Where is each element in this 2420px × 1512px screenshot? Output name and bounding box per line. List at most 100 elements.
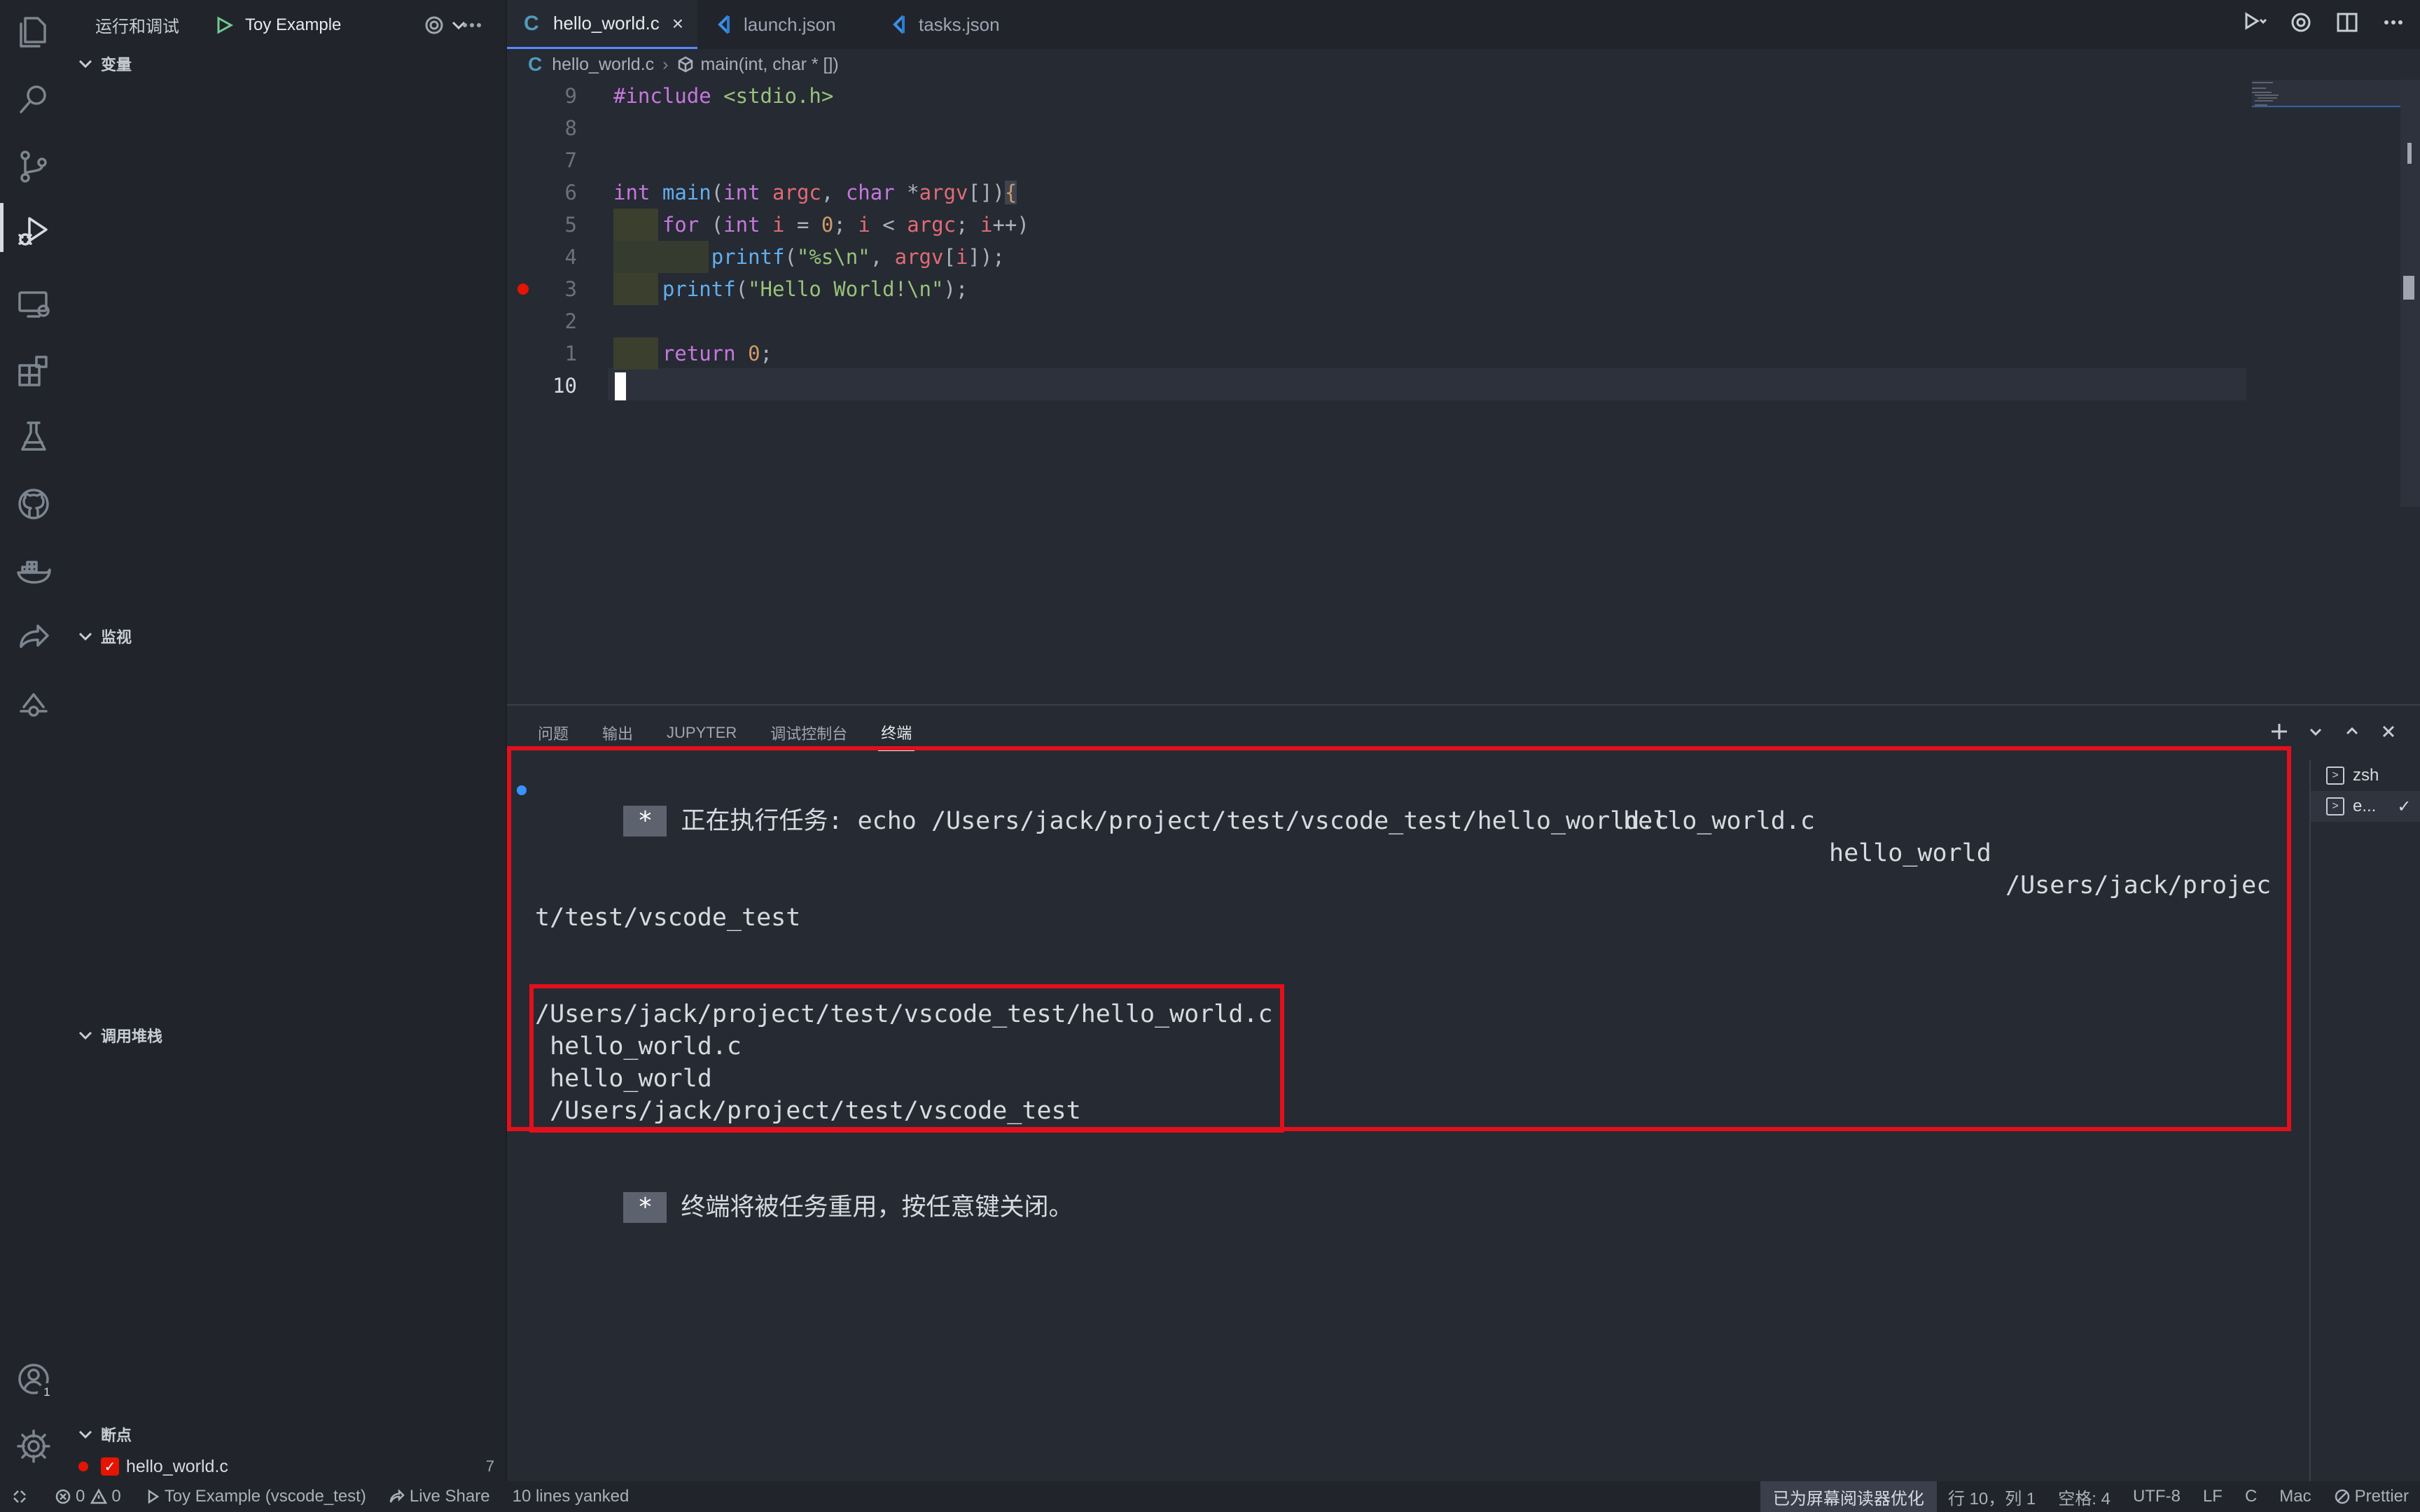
code-line: 6 int main(int argc, char *argv[]){	[564, 181, 1017, 204]
debug-config-label: Toy Example	[245, 15, 342, 34]
gitlens-icon[interactable]	[13, 683, 55, 725]
more-actions-icon[interactable]	[461, 14, 483, 36]
tab-launch-json[interactable]: launch.json	[697, 0, 872, 49]
section-callstack[interactable]: 调用堆栈	[67, 1019, 507, 1051]
breakpoint-marker-icon[interactable]	[517, 284, 529, 295]
section-variables[interactable]: 变量	[67, 48, 507, 80]
language-mode[interactable]: C	[2245, 1487, 2257, 1506]
more-actions-icon[interactable]	[2381, 10, 2406, 38]
panel-actions	[2269, 721, 2399, 746]
settings-gear-icon[interactable]	[2288, 10, 2314, 38]
c-file-icon: C	[528, 53, 543, 75]
code-line: 8	[564, 116, 577, 140]
terminal-list-item[interactable]: > zsh	[2311, 760, 2420, 791]
live-share-icon[interactable]	[13, 616, 55, 658]
tab-problems[interactable]: 问题	[535, 716, 571, 750]
account-icon[interactable]: 1	[13, 1358, 56, 1401]
search-icon[interactable]	[13, 78, 55, 120]
problems-indicator[interactable]: 0 0	[55, 1487, 121, 1506]
breakpoint-item[interactable]: ✓ hello_world.c 7	[67, 1452, 507, 1480]
terminal-line: * 终端将被任务重用，按任意键关闭。	[535, 1159, 1073, 1223]
breadcrumb: C hello_world.c › main(int, char * [])	[507, 49, 2420, 80]
encoding[interactable]: UTF-8	[2133, 1487, 2181, 1506]
end-of-line[interactable]: LF	[2203, 1487, 2223, 1506]
section-breakpoints[interactable]: 断点	[67, 1418, 507, 1450]
platform[interactable]: Mac	[2279, 1487, 2311, 1506]
vscode-json-icon	[889, 15, 909, 34]
chevron-down-icon	[76, 54, 95, 74]
extensions-icon[interactable]	[13, 350, 55, 392]
terminal-line: * 正在执行任务: echo /Users/jack/project/test/v…	[535, 773, 1669, 836]
terminal[interactable]: * 正在执行任务: echo /Users/jack/project/test/v…	[507, 746, 2307, 1481]
screen-reader-status[interactable]: 已为屏幕阅读器优化	[1760, 1481, 1937, 1512]
close-icon[interactable]: ×	[672, 13, 683, 35]
terminal-output-line: /Users/jack/project/test/vscode_test	[535, 1097, 1081, 1125]
code-line: 9 #include <stdio.h>	[564, 84, 834, 108]
github-icon[interactable]	[13, 483, 55, 525]
breadcrumb-file[interactable]: hello_world.c	[552, 55, 654, 75]
chevron-down-icon[interactable]	[2305, 721, 2326, 746]
code-editor[interactable]: 9 #include <stdio.h> 8 7 6 int main(int …	[507, 80, 2420, 703]
minimap[interactable]	[2245, 80, 2406, 192]
live-share-status[interactable]: Live Share	[389, 1487, 490, 1506]
warning-icon	[90, 1488, 108, 1504]
cursor-position[interactable]: 行 10，列 1	[1948, 1485, 2036, 1509]
vscode-json-icon	[714, 15, 734, 34]
account-badge: 1	[38, 1383, 56, 1401]
maximize-panel-icon[interactable]	[2342, 721, 2363, 746]
terminal-output-line: hello_world	[535, 1065, 712, 1093]
breadcrumb-symbol[interactable]: main(int, char * [])	[700, 55, 838, 75]
terminal-icon: >	[2326, 797, 2344, 816]
tab-terminal[interactable]: 终端	[878, 715, 915, 751]
task-star-badge: *	[623, 1192, 667, 1223]
remote-explorer-icon[interactable]	[13, 283, 55, 325]
code-line: 7	[564, 148, 577, 172]
bottom-panel: 问题 输出 JUPYTER 调试控制台 终端 * 正在执行任务: echo /Us…	[507, 704, 2420, 1481]
code-line: 2	[564, 309, 577, 333]
tab-jupyter[interactable]: JUPYTER	[664, 718, 739, 748]
terminal-line: hello_world.c	[1623, 807, 1815, 835]
breakpoint-line: 7	[485, 1457, 494, 1475]
live-share-icon	[389, 1488, 405, 1503]
tab-tasks-json[interactable]: tasks.json	[872, 0, 1041, 49]
remote-indicator-icon[interactable]	[11, 1488, 32, 1505]
scroll-thumb[interactable]	[2407, 143, 2412, 164]
run-debug-icon[interactable]	[13, 210, 55, 252]
task-status-dot-icon	[517, 785, 527, 795]
section-watch[interactable]: 监视	[67, 620, 507, 652]
prettier-status[interactable]: Prettier	[2334, 1487, 2409, 1506]
prettier-icon	[2335, 1489, 2349, 1504]
explorer-icon[interactable]	[13, 11, 55, 53]
check-icon: ✓	[2397, 797, 2412, 816]
editor-tabs: C hello_world.c × launch.json tasks.json	[507, 0, 2420, 49]
new-terminal-plus-icon[interactable]	[2269, 721, 2290, 746]
start-debugging-icon[interactable]	[214, 15, 234, 35]
terminal-line: /Users/jack/projec	[2005, 872, 2272, 899]
terminal-line: t/test/vscode_test	[535, 904, 801, 932]
activity-bar: 1	[0, 0, 67, 1481]
source-control-icon[interactable]	[13, 146, 55, 188]
active-indicator	[0, 203, 4, 252]
run-debug-dropdown-icon[interactable]	[2242, 10, 2267, 38]
breakpoint-checkbox[interactable]: ✓	[101, 1457, 119, 1476]
status-bar: 0 0 Toy Example (vscode_test) Live Share…	[0, 1481, 2420, 1512]
text-cursor	[615, 372, 626, 400]
open-launch-json-gear-icon[interactable]	[423, 14, 445, 36]
tab-hello-world-c[interactable]: C hello_world.c ×	[507, 0, 697, 49]
terminal-list-item[interactable]: > e... ✓	[2311, 791, 2420, 822]
close-icon[interactable]	[2378, 721, 2399, 746]
debug-config-status[interactable]: Toy Example (vscode_test)	[144, 1487, 366, 1506]
editor-scrollbar[interactable]	[2400, 80, 2420, 507]
split-editor-icon[interactable]	[2335, 10, 2360, 38]
tab-output[interactable]: 输出	[599, 716, 636, 750]
tab-debug-console[interactable]: 调试控制台	[767, 716, 850, 750]
terminal-output-line: hello_world.c	[535, 1032, 742, 1060]
chevron-down-icon	[76, 1424, 95, 1444]
indentation[interactable]: 空格: 4	[2058, 1485, 2110, 1509]
settings-gear-icon[interactable]	[13, 1425, 55, 1467]
task-star-badge: *	[623, 806, 667, 836]
docker-icon[interactable]	[13, 550, 55, 592]
debug-icon	[148, 1489, 159, 1504]
testing-icon[interactable]	[13, 416, 55, 458]
error-icon	[55, 1489, 71, 1504]
